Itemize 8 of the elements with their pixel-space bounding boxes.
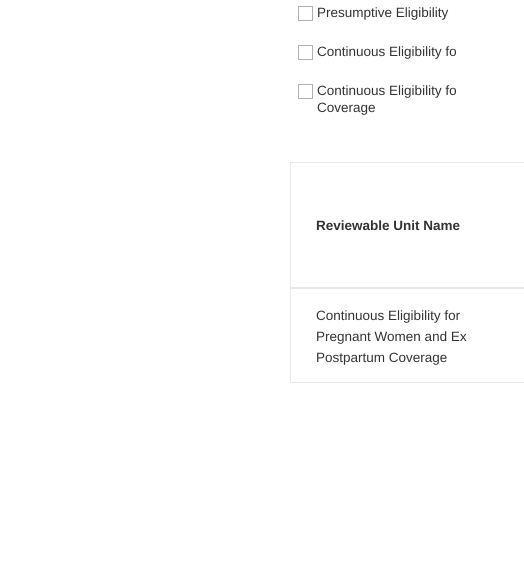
option-label: Continuous Eligibility fo Coverage <box>317 82 457 116</box>
checkbox[interactable] <box>298 84 313 99</box>
column-header: Reviewable Unit Name <box>316 218 460 232</box>
table-cell-text: Continuous Eligibility for Pregnant Women and Ex Postpartum Coverage <box>316 307 467 367</box>
checkbox[interactable] <box>298 45 313 60</box>
checkbox[interactable] <box>298 6 313 21</box>
option-label: Presumptive Eligibility <box>317 4 448 21</box>
option-label: Continuous Eligibility fo <box>317 43 457 60</box>
